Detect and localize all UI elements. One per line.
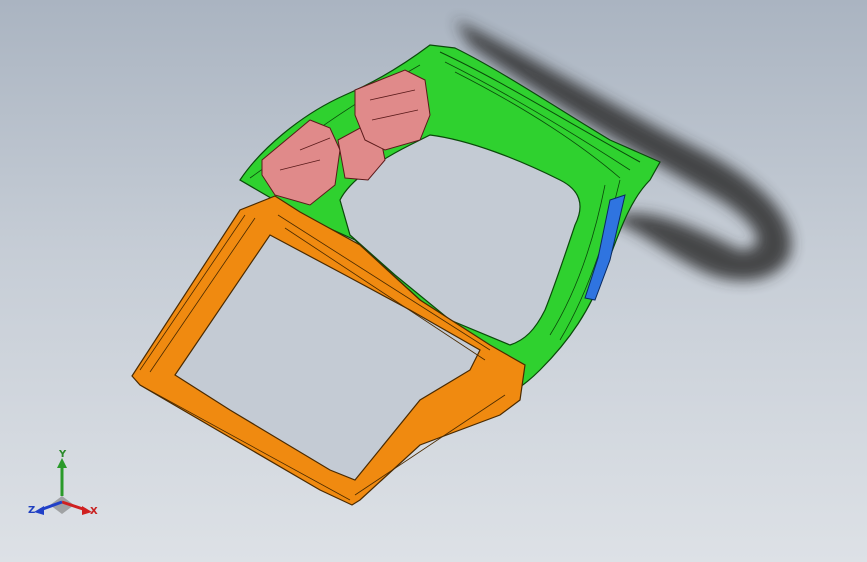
z-axis-label: Z — [28, 505, 36, 516]
x-axis-label: X — [90, 506, 98, 517]
cad-viewport[interactable]: Y Z X — [0, 0, 867, 562]
z-axis-arrow — [34, 506, 44, 515]
coordinate-triad[interactable]: Y Z X — [0, 440, 120, 562]
3d-model-view[interactable] — [0, 0, 867, 562]
y-axis-label: Y — [59, 449, 67, 460]
